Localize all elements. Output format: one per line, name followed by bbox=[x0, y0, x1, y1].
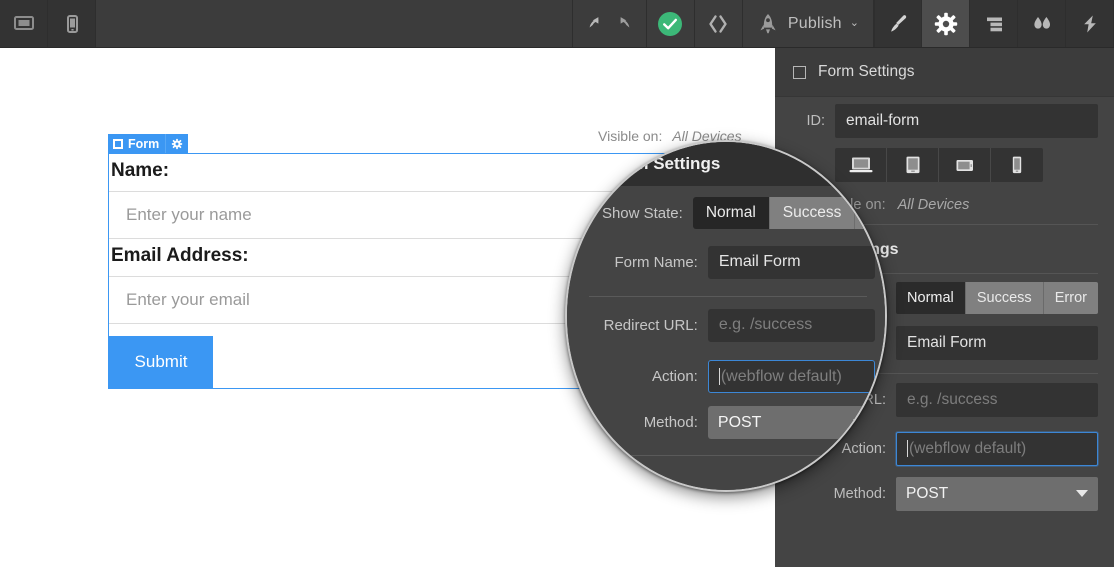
publish-label: Publish bbox=[787, 14, 842, 32]
top-toolbar: Publish ⌄ bbox=[0, 0, 1114, 48]
style-panel-tab[interactable] bbox=[874, 0, 922, 47]
magnified-show-state-segmented-control: Normal Success Error bbox=[692, 197, 875, 229]
show-state-option-normal[interactable]: Normal bbox=[896, 282, 966, 314]
viewport-mobile-icon[interactable] bbox=[48, 0, 96, 47]
magnified-method-value: POST bbox=[717, 413, 762, 431]
device-tablet-icon[interactable] bbox=[887, 148, 939, 182]
publish-button[interactable]: Publish ⌄ bbox=[743, 0, 874, 47]
panel-title: Form Settings bbox=[818, 63, 915, 80]
toolbar-spacer bbox=[96, 0, 573, 47]
magnified-method-row: Method: POST bbox=[567, 400, 885, 445]
magnified-section-title: Form Settings bbox=[606, 154, 721, 173]
chevron-down-icon bbox=[853, 419, 865, 426]
text-cursor-icon bbox=[907, 440, 908, 457]
gear-icon bbox=[934, 12, 957, 35]
checkbox-icon bbox=[113, 138, 123, 149]
element-id-row: ID: email-form bbox=[775, 97, 1114, 144]
magnified-redirect-label: Redirect URL: bbox=[603, 316, 698, 334]
magnified-section-header[interactable]: Form Settings bbox=[567, 142, 885, 186]
show-state-option-error[interactable]: Error bbox=[1043, 282, 1098, 314]
symbols-panel-tab[interactable] bbox=[1018, 0, 1066, 47]
rocket-icon bbox=[760, 13, 776, 33]
magnified-show-state-option-success[interactable]: Success bbox=[769, 197, 856, 229]
lightning-icon bbox=[1083, 15, 1096, 32]
magnified-action-row: Action: (webflow default) bbox=[567, 353, 885, 400]
magnified-action-label: Action: bbox=[651, 368, 698, 385]
action-input-placeholder: (webflow default) bbox=[909, 439, 1027, 457]
viewport-switcher bbox=[0, 0, 96, 47]
email-input-placeholder: Enter your email bbox=[126, 290, 250, 309]
show-state-option-success[interactable]: Success bbox=[965, 282, 1044, 314]
device-mobile-icon[interactable] bbox=[991, 148, 1043, 182]
visible-on-value: All Devices bbox=[897, 197, 970, 213]
element-id-label: ID: bbox=[806, 112, 825, 129]
magnifier-lens: Form Settings Show State: Normal Success… bbox=[565, 140, 887, 492]
magnified-redirect-row: Redirect URL: e.g. /success bbox=[567, 297, 885, 353]
navigator-panel-tab[interactable] bbox=[970, 0, 1018, 47]
magnified-form-name-input[interactable]: Email Form bbox=[707, 245, 875, 279]
symbols-icon bbox=[1033, 16, 1050, 29]
submit-button[interactable]: Submit bbox=[109, 336, 213, 388]
viewport-desktop-icon[interactable] bbox=[0, 0, 48, 47]
magnified-action-placeholder: (webflow default) bbox=[720, 367, 842, 385]
saved-status-icon[interactable] bbox=[647, 0, 695, 47]
element-settings-gear-icon[interactable] bbox=[165, 134, 188, 153]
method-select[interactable]: POST bbox=[896, 476, 1098, 511]
chevron-down-icon bbox=[1076, 490, 1088, 497]
magnified-method-label: Method: bbox=[643, 414, 698, 431]
device-tablet-landscape-icon[interactable] bbox=[939, 148, 991, 182]
element-id-input[interactable]: email-form bbox=[835, 103, 1098, 138]
checkbox-icon[interactable] bbox=[793, 65, 806, 79]
magnified-redirect-input[interactable]: e.g. /success bbox=[707, 308, 875, 342]
magnified-show-state-option-normal[interactable]: Normal bbox=[692, 197, 770, 229]
undo-redo-group[interactable] bbox=[573, 0, 647, 47]
form-name-input[interactable]: Email Form bbox=[896, 326, 1098, 360]
method-select-value: POST bbox=[906, 484, 949, 502]
name-input-placeholder: Enter your name bbox=[126, 205, 252, 224]
redirect-url-input[interactable]: e.g. /success bbox=[896, 383, 1098, 417]
code-view-icon[interactable] bbox=[695, 0, 743, 47]
settings-panel-tab[interactable] bbox=[922, 0, 970, 47]
element-badge[interactable]: Form bbox=[108, 134, 189, 153]
interactions-panel-tab[interactable] bbox=[1066, 0, 1114, 47]
magnified-divider-2 bbox=[589, 455, 867, 456]
triangle-right-icon bbox=[589, 159, 596, 169]
magnifier-content: Form Settings Show State: Normal Success… bbox=[567, 142, 885, 490]
magnified-form-name-label: Form Name: bbox=[614, 253, 698, 271]
magnified-method-select[interactable]: POST bbox=[707, 406, 875, 439]
magnified-show-state-option-error[interactable]: Error bbox=[855, 197, 875, 229]
magnified-show-state-label: Show State: bbox=[601, 204, 683, 222]
text-cursor-icon bbox=[718, 368, 720, 385]
redo-icon bbox=[620, 16, 630, 27]
paintbrush-icon bbox=[891, 14, 907, 32]
magnified-show-state-row: Show State: Normal Success Error bbox=[567, 186, 885, 240]
show-state-segmented-control: Normal Success Error bbox=[896, 282, 1098, 314]
panel-header: Form Settings bbox=[775, 48, 1114, 97]
magnified-action-input[interactable]: (webflow default) bbox=[707, 360, 875, 393]
action-input[interactable]: (webflow default) bbox=[896, 431, 1098, 466]
element-badge-label: Form bbox=[128, 136, 160, 151]
undo-icon bbox=[589, 16, 599, 27]
chevron-down-icon: ⌄ bbox=[849, 17, 859, 29]
navigator-icon bbox=[986, 17, 1002, 31]
magnified-form-name-row: Form Name: Email Form bbox=[567, 240, 885, 284]
